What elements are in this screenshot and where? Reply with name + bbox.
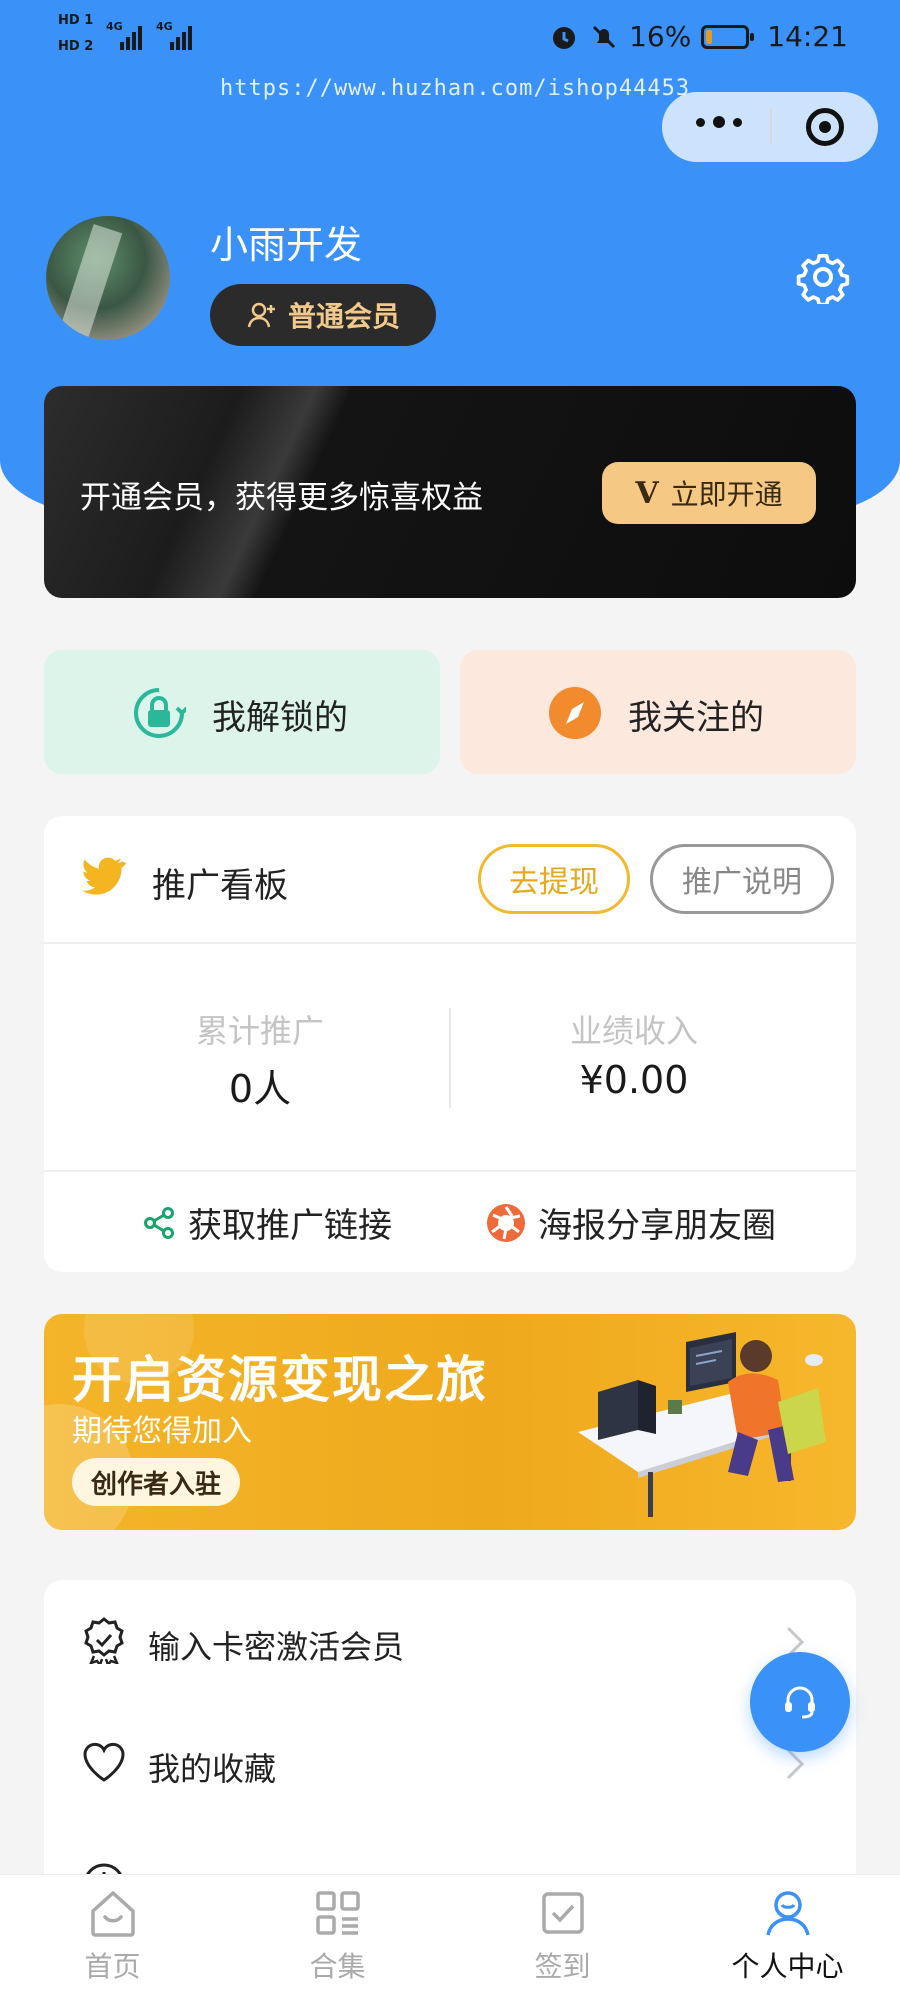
user-icon [765, 1891, 810, 1936]
total-promotion-stat: 累计推广 0人 [110, 1006, 410, 1113]
banner-subtitle: 期待您得加入 [72, 1414, 252, 1449]
sim-indicators: HD 1 HD 2 [58, 14, 93, 54]
stat-divider [449, 1008, 451, 1108]
battery-icon [701, 24, 755, 49]
tab-collections-label: 合集 [309, 1950, 366, 1983]
bottom-tab-bar: 首页 合集 签到 个人中心 [0, 1874, 900, 2000]
total-promotion-value: 0人 [228, 1067, 292, 1111]
sim2-label: HD 2 [58, 39, 94, 54]
following-label: 我关注的 [628, 698, 764, 738]
battery-percent: 16% [629, 20, 692, 53]
creator-join-button[interactable]: 创作者入驻 [72, 1458, 240, 1506]
promotion-header: 推广看板 去提现 推广说明 [44, 816, 856, 944]
avatar[interactable] [46, 216, 170, 340]
membership-badge[interactable]: 普通会员 [210, 284, 436, 346]
following-button[interactable]: 我关注的 [460, 650, 856, 774]
home-icon [90, 1891, 135, 1937]
settings-gear-icon[interactable] [796, 250, 850, 304]
tab-profile-label: 个人中心 [731, 1950, 844, 1983]
promotion-title: 推广看板 [152, 866, 288, 906]
svg-text:4G: 4G [106, 20, 123, 33]
income-label: 业绩收入 [569, 1012, 698, 1050]
promotion-dashboard: 推广看板 去提现 推广说明 累计推广 0人 业绩收入 ¥0.00 获取推广链接 … [44, 816, 856, 1272]
withdraw-button[interactable]: 去提现 [478, 844, 630, 914]
share-icon [144, 1206, 174, 1239]
bird-icon [82, 857, 127, 895]
tab-checkin[interactable]: 签到 [450, 1885, 675, 1985]
aperture-icon [487, 1203, 525, 1242]
tab-checkin-label: 签到 [534, 1950, 591, 1983]
menu-item-activate-card[interactable]: 输入卡密激活会员 [44, 1580, 856, 1700]
more-options-button[interactable] [696, 116, 742, 128]
unlocked-label: 我解锁的 [212, 698, 348, 738]
open-vip-label: 立即开通 [670, 478, 783, 511]
sim1-label: HD 1 [58, 13, 94, 28]
headset-icon [785, 1686, 815, 1719]
get-promo-link-button[interactable]: 获取推广链接 [142, 1198, 392, 1247]
clock-time: 14:21 [767, 20, 848, 53]
signal-icon-2: 4G [156, 20, 192, 50]
watermark: https://www.huzhan.com/ishop44453 [220, 76, 691, 101]
customer-service-button[interactable] [750, 1652, 850, 1752]
status-right: 16% 14:21 [549, 20, 848, 53]
svg-text:4G: 4G [156, 20, 173, 33]
miniprogram-capsule [662, 92, 878, 162]
mute-icon [593, 25, 616, 48]
income-value: ¥0.00 [579, 1058, 689, 1102]
user-plus-icon [247, 302, 275, 328]
alarm-icon [553, 26, 576, 49]
desk-illustration [578, 1332, 826, 1517]
username: 小雨开发 [210, 223, 363, 267]
total-promotion-label: 累计推广 [195, 1012, 324, 1050]
badge-icon [84, 1617, 124, 1664]
unlocked-button[interactable]: 我解锁的 [44, 650, 440, 774]
open-vip-button[interactable]: V 立即开通 [602, 462, 816, 524]
tab-profile[interactable]: 个人中心 [675, 1885, 900, 1985]
tab-collections[interactable]: 合集 [225, 1885, 450, 1985]
vip-promo-card: 开通会员，获得更多惊喜权益 V 立即开通 [44, 386, 856, 598]
membership-label: 普通会员 [287, 300, 400, 333]
lock-refresh-icon [134, 688, 186, 738]
menu-item-favorites[interactable]: 我的收藏 [44, 1702, 856, 1822]
banner-title: 开启资源变现之旅 [72, 1351, 488, 1409]
poster-share-button[interactable]: 海报分享朋友圈 [486, 1198, 776, 1247]
divider [44, 1170, 856, 1172]
tab-home[interactable]: 首页 [0, 1885, 225, 1985]
promotion-info-button[interactable]: 推广说明 [650, 844, 834, 914]
creator-banner[interactable]: 开启资源变现之旅 期待您得加入 创作者入驻 [44, 1314, 856, 1530]
vip-v-icon: V [635, 475, 659, 511]
close-miniprogram-button[interactable] [806, 108, 844, 146]
heart-icon [83, 1742, 125, 1782]
get-promo-link-label: 获取推广链接 [188, 1206, 392, 1246]
status-bar: HD 1 HD 2 4G 4G 16% 14:21 [0, 0, 900, 80]
grid-icon [315, 1891, 360, 1935]
poster-share-label: 海报分享朋友圈 [538, 1206, 776, 1246]
signal-icon: 4G [106, 20, 142, 50]
vip-promo-text: 开通会员，获得更多惊喜权益 [80, 480, 483, 516]
checkin-icon [541, 1892, 584, 1934]
menu-item-label: 输入卡密激活会员 [148, 1628, 405, 1666]
income-stat: 业绩收入 ¥0.00 [484, 1006, 784, 1102]
tab-home-label: 首页 [84, 1950, 141, 1983]
compass-icon [549, 687, 601, 739]
menu-item-label: 我的收藏 [148, 1750, 277, 1788]
